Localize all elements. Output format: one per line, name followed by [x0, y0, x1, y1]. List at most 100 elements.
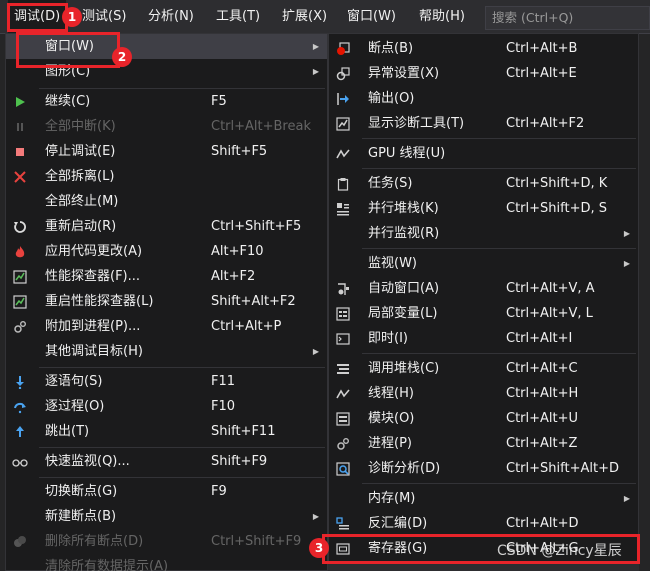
menu-separator [362, 353, 636, 354]
restart-icon [12, 219, 28, 235]
submenu-arrow-icon: ▶ [623, 229, 630, 238]
menu-item-restart[interactable]: 重新启动(R) Ctrl+Shift+F5 [6, 214, 327, 239]
menu-help[interactable]: 帮助(H) [413, 0, 471, 34]
menu-item-shortcut: Ctrl+Alt+F2 [506, 116, 585, 131]
call-stack-icon [335, 361, 351, 377]
diagnostic-analysis-icon [335, 461, 351, 477]
menu-item-label: GPU 线程(U) [368, 146, 446, 161]
submenu-arrow-icon: ▶ [312, 67, 319, 76]
menu-item-shortcut: Ctrl+Alt+C [506, 361, 578, 376]
menu-item-shortcut: Ctrl+Alt+B [506, 41, 578, 56]
submenu-item-diagnostic-analysis[interactable]: 诊断分析(D) Ctrl+Shift+Alt+D [329, 456, 638, 481]
close-icon [12, 169, 28, 185]
menu-item-label: 停止调试(E) [45, 144, 116, 159]
menu-item-label: 全部中断(K) [45, 119, 116, 134]
annotation-badge-1: 1 [62, 7, 82, 27]
menu-item-label: 重新启动(R) [45, 219, 117, 234]
menu-tools[interactable]: 工具(T) [210, 0, 266, 34]
menu-item-label: 并行堆栈(K) [368, 201, 439, 216]
threads-icon [335, 386, 351, 402]
menu-item-other-debug-targets[interactable]: 其他调试目标(H) ▶ [6, 339, 327, 364]
delete-breakpoints-icon [12, 534, 28, 550]
menu-item-label: 继续(C) [45, 94, 91, 109]
menu-item-step-into[interactable]: 逐语句(S) F11 [6, 369, 327, 394]
chart-icon [12, 269, 28, 285]
submenu-item-watch[interactable]: 监视(W) ▶ [329, 251, 638, 276]
menu-item-label: 快速监视(Q)... [45, 454, 130, 469]
menu-item-new-breakpoint[interactable]: 新建断点(B) ▶ [6, 504, 327, 529]
menu-item-shortcut: Ctrl+Alt+V, L [506, 306, 593, 321]
parallel-stacks-icon [335, 201, 351, 217]
submenu-item-gpu-threads[interactable]: GPU 线程(U) [329, 141, 638, 166]
menu-item-step-over[interactable]: 逐过程(O) F10 [6, 394, 327, 419]
menu-analyze[interactable]: 分析(N) [142, 0, 200, 34]
submenu-item-processes[interactable]: 进程(P) Ctrl+Alt+Z [329, 431, 638, 456]
submenu-item-disassembly[interactable]: 反汇编(D) Ctrl+Alt+D [329, 511, 638, 536]
submenu-item-output[interactable]: 输出(O) [329, 86, 638, 111]
menu-item-break-all: 全部中断(K) Ctrl+Alt+Break [6, 114, 327, 139]
breakpoint-icon [335, 41, 351, 57]
glasses-icon [12, 454, 28, 470]
menu-item-label: 即时(I) [368, 331, 408, 346]
menu-item-label: 异常设置(X) [368, 66, 440, 81]
menu-window[interactable]: 窗口(W) [341, 0, 402, 34]
menu-item-label: 逐语句(S) [45, 374, 103, 389]
menu-item-label: 清除所有数据提示(A) [45, 559, 169, 571]
submenu-item-locals[interactable]: 局部变量(L) Ctrl+Alt+V, L [329, 301, 638, 326]
menu-item-label: 全部终止(M) [45, 194, 119, 209]
submenu-item-breakpoints[interactable]: 断点(B) Ctrl+Alt+B [329, 36, 638, 61]
menu-item-shortcut: Ctrl+Shift+F5 [211, 219, 302, 234]
submenu-item-immediate[interactable]: 即时(I) Ctrl+Alt+I [329, 326, 638, 351]
menu-item-relaunch-profiler[interactable]: 重启性能探查器(L) Shift+Alt+F2 [6, 289, 327, 314]
menu-item-detach-all[interactable]: 全部拆离(L) [6, 164, 327, 189]
menu-item-performance-profiler[interactable]: 性能探查器(F)... Alt+F2 [6, 264, 327, 289]
submenu-item-memory[interactable]: 内存(M) ▶ [329, 486, 638, 511]
menu-item-apply-code-changes[interactable]: 应用代码更改(A) Alt+F10 [6, 239, 327, 264]
submenu-item-threads[interactable]: 线程(H) Ctrl+Alt+H [329, 381, 638, 406]
search-box[interactable]: 搜索 (Ctrl+Q) [485, 6, 650, 30]
editor-background-right [639, 34, 650, 571]
menu-item-continue[interactable]: 继续(C) F5 [6, 89, 327, 114]
menu-item-shortcut: Alt+F2 [211, 269, 256, 284]
menu-extensions[interactable]: 扩展(X) [276, 0, 333, 34]
annotation-box-debug-menu [7, 3, 68, 32]
menu-item-label: 并行监视(R) [368, 226, 440, 241]
menu-item-label: 监视(W) [368, 256, 417, 271]
menu-separator [362, 248, 636, 249]
menu-item-label: 调用堆栈(C) [368, 361, 440, 376]
menu-item-label: 全部拆离(L) [45, 169, 115, 184]
menu-item-shortcut: Ctrl+Alt+Z [506, 436, 578, 451]
menu-separator [362, 138, 636, 139]
annotation-badge-2: 2 [112, 47, 132, 67]
pause-icon [12, 119, 28, 135]
submenu-item-call-stack[interactable]: 调用堆栈(C) Ctrl+Alt+C [329, 356, 638, 381]
submenu-item-tasks[interactable]: 任务(S) Ctrl+Shift+D, K [329, 171, 638, 196]
submenu-item-parallel-stacks[interactable]: 并行堆栈(K) Ctrl+Shift+D, S [329, 196, 638, 221]
submenu-item-modules[interactable]: 模块(O) Ctrl+Alt+U [329, 406, 638, 431]
step-over-icon [12, 399, 28, 415]
step-out-icon [12, 424, 28, 440]
menu-item-shortcut: Ctrl+Shift+D, S [506, 201, 607, 216]
menu-item-toggle-breakpoint[interactable]: 切换断点(G) F9 [6, 479, 327, 504]
menu-item-attach-to-process[interactable]: 附加到进程(P)... Ctrl+Alt+P [6, 314, 327, 339]
menu-item-label: 跳出(T) [45, 424, 90, 439]
menu-item-shortcut: Ctrl+Shift+Alt+D [506, 461, 619, 476]
menu-item-label: 性能探查器(F)... [45, 269, 141, 284]
menu-item-stop-debugging[interactable]: 停止调试(E) Shift+F5 [6, 139, 327, 164]
menu-item-label: 断点(B) [368, 41, 414, 56]
locals-icon [335, 306, 351, 322]
submenu-item-diagnostic-tools[interactable]: 显示诊断工具(T) Ctrl+Alt+F2 [329, 111, 638, 136]
submenu-item-autos[interactable]: 自动窗口(A) Ctrl+Alt+V, A [329, 276, 638, 301]
menu-item-shortcut: Ctrl+Shift+D, K [506, 176, 608, 191]
menu-item-clear-data-tips: 清除所有数据提示(A) [6, 554, 327, 571]
submenu-item-parallel-watch[interactable]: 并行监视(R) ▶ [329, 221, 638, 246]
menu-item-terminate-all[interactable]: 全部终止(M) [6, 189, 327, 214]
menu-item-label: 进程(P) [368, 436, 412, 451]
menu-item-quick-watch[interactable]: 快速监视(Q)... Shift+F9 [6, 449, 327, 474]
menu-item-step-out[interactable]: 跳出(T) Shift+F11 [6, 419, 327, 444]
gpu-threads-icon [335, 146, 351, 162]
menu-test[interactable]: 测试(S) [76, 0, 132, 34]
menu-item-shortcut: Shift+F5 [211, 144, 268, 159]
submenu-arrow-icon: ▶ [312, 42, 319, 51]
submenu-item-exception-settings[interactable]: 异常设置(X) Ctrl+Alt+E [329, 61, 638, 86]
